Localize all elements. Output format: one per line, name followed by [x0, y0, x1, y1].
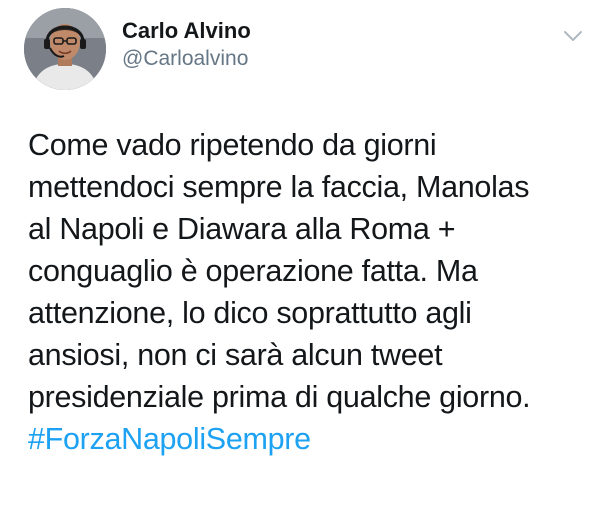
tweet-text-line: conguaglio è operazione fatta. Ma — [28, 254, 478, 288]
user-handle[interactable]: @Carloalvino — [122, 46, 251, 72]
tweet-card: Carlo Alvino @Carloalvino Come vado ripe… — [0, 0, 600, 514]
tweet-text-line: ansiosi, non ci sarà alcun tweet — [28, 338, 443, 372]
avatar[interactable] — [24, 8, 106, 90]
tweet-text-line: attenzione, lo dico soprattutto agli — [28, 296, 472, 330]
chevron-down-icon[interactable] — [562, 28, 584, 44]
hashtag-link[interactable]: #ForzaNapoliSempre — [28, 422, 311, 456]
display-name[interactable]: Carlo Alvino — [122, 18, 251, 44]
chevron-down-icon-svg — [564, 31, 582, 41]
tweet-text: Come vado ripetendo da giorni mettendoci… — [28, 124, 588, 460]
tweet-text-line: al Napoli e Diawara alla Roma + — [28, 212, 456, 246]
tweet-text-line: presidenziale prima di qualche giorno. — [28, 380, 531, 414]
avatar-image — [24, 8, 106, 90]
tweet-author[interactable]: Carlo Alvino @Carloalvino — [122, 18, 251, 72]
tweet-text-line: Come vado ripetendo da giorni — [28, 128, 437, 162]
tweet-text-line: mettendoci sempre la faccia, Manolas — [28, 170, 530, 204]
